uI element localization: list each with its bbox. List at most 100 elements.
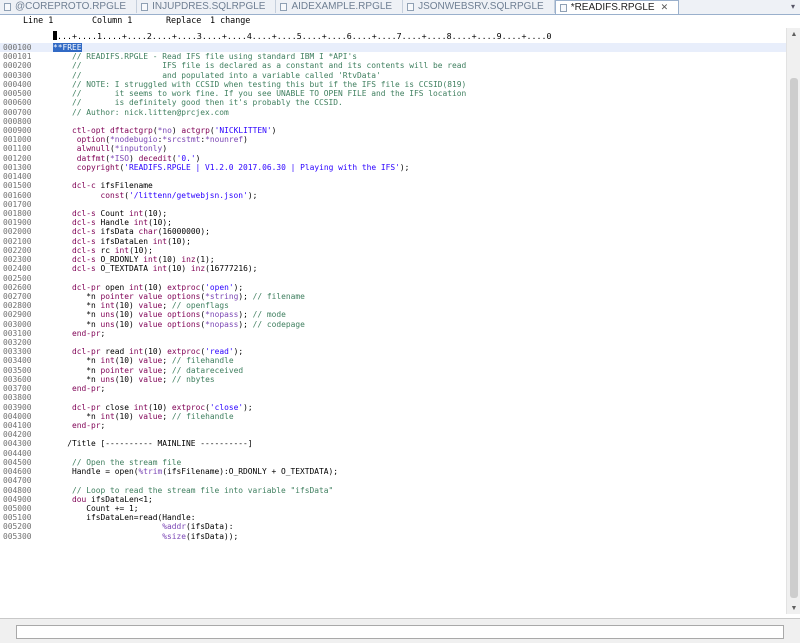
source-line[interactable]: 002900 *n uns(10) value options(*nopass)… <box>0 310 786 319</box>
source-code[interactable]: dcl-c ifsFilename <box>53 181 153 190</box>
source-line[interactable]: 004600 Handle = open(%trim(ifsFilename):… <box>0 467 786 476</box>
source-line[interactable]: 001200 datfmt(*ISO) decedit('0.') <box>0 154 786 163</box>
source-code[interactable]: dou ifsDataLen<1; <box>53 495 153 504</box>
source-line[interactable]: 002600 dcl-pr open int(10) extproc('open… <box>0 283 786 292</box>
source-line[interactable]: 005000 Count += 1; <box>0 504 786 513</box>
source-line[interactable]: 002800 *n int(10) value; // openflags <box>0 301 786 310</box>
source-code[interactable]: const('/littenn/getwebjsn.json'); <box>53 191 258 200</box>
arrow-down-icon[interactable]: ▼ <box>787 602 800 614</box>
source-code[interactable]: ctl-opt dftactgrp(*no) actgrp('NICKLITTE… <box>53 126 276 135</box>
source-line[interactable]: 000100 **FREE <box>0 43 786 53</box>
source-code[interactable]: Count += 1; <box>53 504 138 513</box>
source-line[interactable]: 001500 dcl-c ifsFilename <box>0 181 786 190</box>
source-code[interactable]: %addr(ifsData): <box>53 522 233 531</box>
source-line[interactable]: 002000 dcl-s ifsData char(16000000); <box>0 227 786 236</box>
source-line[interactable]: 003500 *n pointer value; // datareceived <box>0 366 786 375</box>
source-code[interactable]: dcl-s O_RDONLY int(10) inz(1); <box>53 255 215 264</box>
source-line[interactable]: 003800 <box>0 393 786 402</box>
source-code[interactable]: /Title [---------- MAINLINE ----------] <box>53 439 252 448</box>
source-line[interactable]: 004400 <box>0 449 786 458</box>
source-code[interactable]: dcl-pr read int(10) extproc('read'); <box>53 347 243 356</box>
source-line[interactable]: 004300 /Title [---------- MAINLINE -----… <box>0 439 786 448</box>
tab-injupdres[interactable]: INJUPDRES.SQLRPGLE <box>137 0 277 13</box>
source-code[interactable]: end-pr; <box>53 329 105 338</box>
source-code[interactable]: // NOTE: I struggled with CCSID when tes… <box>53 80 466 89</box>
source-line[interactable]: 000300 // and populated into a variable … <box>0 71 786 80</box>
source-code[interactable]: alwnull(*inputonly) <box>53 144 167 153</box>
source-line[interactable]: 000900 ctl-opt dftactgrp(*no) actgrp('NI… <box>0 126 786 135</box>
source-line[interactable]: 004000 *n int(10) value; // filehandle <box>0 412 786 421</box>
source-code[interactable]: *n uns(10) value; // nbytes <box>53 375 214 384</box>
source-code[interactable]: *n pointer value options(*string); // fi… <box>53 292 305 301</box>
source-code[interactable]: // Loop to read the stream file into var… <box>53 486 333 495</box>
source-line[interactable]: 002400 dcl-s O_TEXTDATA int(10) inz(1677… <box>0 264 786 273</box>
source-code[interactable]: // it seems to work fine. If you see UNA… <box>53 89 466 98</box>
source-code[interactable]: copyright('READIFS.RPGLE | V1.2.0 2017.0… <box>53 163 410 172</box>
source-line[interactable]: 001300 copyright('READIFS.RPGLE | V1.2.0… <box>0 163 786 172</box>
command-input[interactable] <box>16 625 784 639</box>
source-line[interactable]: 002200 dcl-s rc int(10); <box>0 246 786 255</box>
source-line[interactable]: 000500 // it seems to work fine. If you … <box>0 89 786 98</box>
source-line[interactable]: 005200 %addr(ifsData): <box>0 522 786 531</box>
source-code[interactable]: // and populated into a variable called … <box>53 71 381 80</box>
source-line[interactable]: 003100 end-pr; <box>0 329 786 338</box>
source-line[interactable]: 001000 option(*nodebugio:*srcstmt:*nounr… <box>0 135 786 144</box>
source-code[interactable]: *n uns(10) value options(*nopass); // co… <box>53 320 305 329</box>
source-code[interactable]: datfmt(*ISO) decedit('0.') <box>53 154 201 163</box>
source-code[interactable]: dcl-pr open int(10) extproc('open'); <box>53 283 243 292</box>
source-line[interactable]: 000101 // READIFS.RPGLE - Read IFS file … <box>0 52 786 61</box>
source-line[interactable]: 001900 dcl-s Handle int(10); <box>0 218 786 227</box>
source-line[interactable]: 004100 end-pr; <box>0 421 786 430</box>
tab-readifs[interactable]: *READIFS.RPGLE ✕ <box>554 0 680 14</box>
source-code[interactable]: // is definitely good then it's probably… <box>53 98 343 107</box>
source-code[interactable]: ifsDataLen=read(Handle: <box>53 513 195 522</box>
source-code[interactable]: dcl-s O_TEXTDATA int(10) inz(16777216); <box>53 264 257 273</box>
source-code[interactable]: *n int(10) value; // filehandle <box>53 356 233 365</box>
source-code[interactable]: **FREE <box>53 43 82 52</box>
source-code[interactable]: *n uns(10) value options(*nopass); // mo… <box>53 310 286 319</box>
source-code[interactable]: // Author: nick.litten@prcjex.com <box>53 108 229 117</box>
source-line[interactable]: 004800 // Loop to read the stream file i… <box>0 486 786 495</box>
source-code[interactable]: %size(ifsData)); <box>53 532 238 541</box>
source-line[interactable]: 001400 <box>0 172 786 181</box>
source-line[interactable]: 003400 *n int(10) value; // filehandle <box>0 356 786 365</box>
tab-aidexample[interactable]: AIDEXAMPLE.RPGLE <box>276 0 404 13</box>
vertical-scrollbar[interactable]: ▲ ▼ <box>786 28 800 614</box>
source-line[interactable]: 001600 const('/littenn/getwebjsn.json'); <box>0 191 786 200</box>
source-editor[interactable]: 000100 **FREE 000101 // READIFS.RPGLE - Re… <box>0 43 786 614</box>
source-line[interactable]: 003700 end-pr; <box>0 384 786 393</box>
source-line[interactable]: 001700 <box>0 200 786 209</box>
source-line[interactable]: 003900 dcl-pr close int(10) extproc('clo… <box>0 403 786 412</box>
source-code[interactable]: // READIFS.RPGLE - Read IFS file using s… <box>53 52 357 61</box>
source-line[interactable]: 004500 // Open the stream file <box>0 458 786 467</box>
source-code[interactable]: end-pr; <box>53 421 105 430</box>
source-code[interactable]: // Open the stream file <box>53 458 181 467</box>
source-code[interactable]: dcl-s Handle int(10); <box>53 218 172 227</box>
tab-jsonwebsrv[interactable]: JSONWEBSRV.SQLRPGLE <box>403 0 555 13</box>
close-icon[interactable]: ✕ <box>661 2 669 13</box>
source-line[interactable]: 005100 ifsDataLen=read(Handle: <box>0 513 786 522</box>
source-line[interactable]: 000800 <box>0 117 786 126</box>
source-line[interactable]: 004700 <box>0 476 786 485</box>
source-code[interactable]: dcl-s rc int(10); <box>53 246 153 255</box>
source-code[interactable]: end-pr; <box>53 384 105 393</box>
source-line[interactable]: 001100 alwnull(*inputonly) <box>0 144 786 153</box>
source-line[interactable]: 002700 *n pointer value options(*string)… <box>0 292 786 301</box>
source-line[interactable]: 003300 dcl-pr read int(10) extproc('read… <box>0 347 786 356</box>
source-line[interactable]: 000200 // IFS file is declared as a cons… <box>0 61 786 70</box>
source-line[interactable]: 005300 %size(ifsData)); <box>0 532 786 541</box>
source-line[interactable]: 003200 <box>0 338 786 347</box>
source-line[interactable]: 004900 dou ifsDataLen<1; <box>0 495 786 504</box>
source-code[interactable]: dcl-pr close int(10) extproc('close'); <box>53 403 253 412</box>
arrow-up-icon[interactable]: ▲ <box>787 28 800 40</box>
source-line[interactable]: 000600 // is definitely good then it's p… <box>0 98 786 107</box>
source-code[interactable]: *n int(10) value; // openflags <box>53 301 229 310</box>
source-line[interactable]: 002500 <box>0 274 786 283</box>
source-line[interactable]: 002100 dcl-s ifsDataLen int(10); <box>0 237 786 246</box>
source-line[interactable]: 004200 <box>0 430 786 439</box>
source-line[interactable]: 000700 // Author: nick.litten@prcjex.com <box>0 108 786 117</box>
source-code[interactable]: dcl-s ifsData char(16000000); <box>53 227 210 236</box>
tab-coreproto[interactable]: @COREPROTO.RPGLE <box>0 0 138 13</box>
source-code[interactable]: // IFS file is declared as a constant an… <box>53 61 466 70</box>
source-code[interactable]: dcl-s Count int(10); <box>53 209 167 218</box>
